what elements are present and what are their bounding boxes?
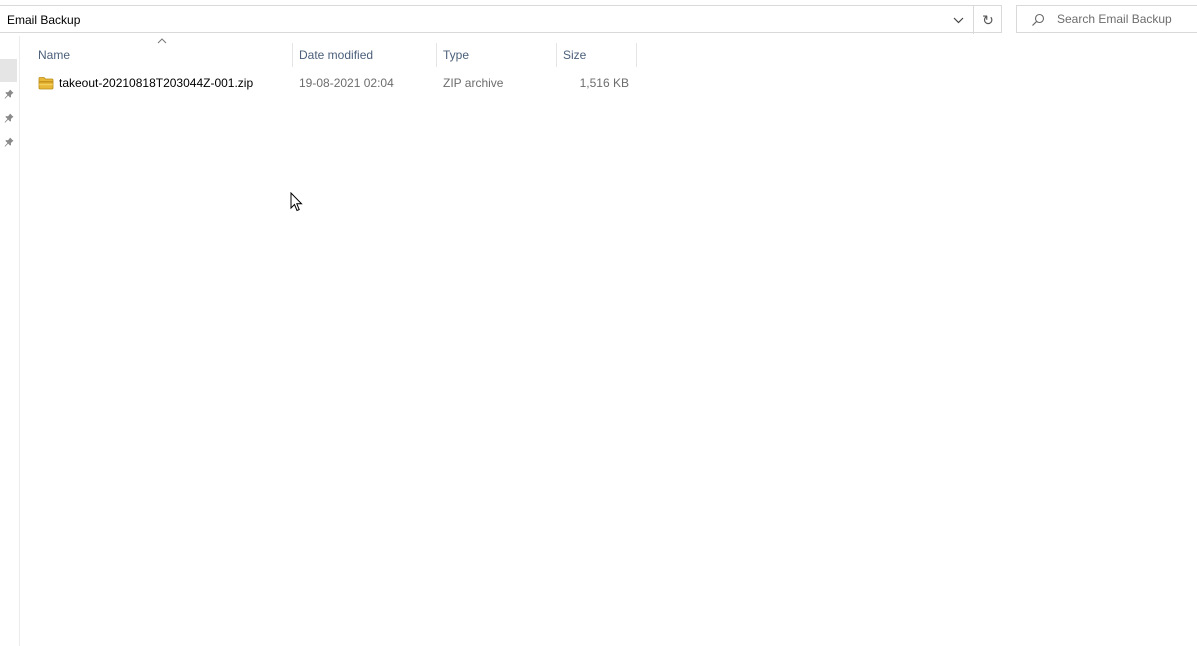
address-path[interactable]: Email Backup (7, 13, 80, 27)
nav-item-selected[interactable] (0, 59, 17, 82)
column-header-row: Name Date modified Type Size (20, 38, 640, 67)
column-divider[interactable] (436, 43, 437, 67)
chevron-down-icon (953, 17, 964, 23)
column-header-size[interactable]: Size (563, 43, 633, 67)
file-date-modified: 19-08-2021 02:04 (299, 76, 394, 90)
address-bar[interactable]: Email Backup ↻ (0, 5, 1002, 34)
pin-icon[interactable] (4, 89, 14, 99)
search-box[interactable] (1016, 5, 1197, 33)
pin-icon[interactable] (4, 137, 14, 147)
refresh-button[interactable]: ↻ (974, 6, 1002, 34)
file-name: takeout-20210818T203044Z-001.zip (59, 76, 254, 90)
pin-icon[interactable] (4, 113, 14, 123)
column-header-date-modified[interactable]: Date modified (299, 43, 435, 67)
file-explorer-window: Email Backup ↻ Search Email Backup Name … (0, 0, 1197, 646)
column-header-name[interactable]: Name (38, 43, 290, 67)
file-type: ZIP archive (443, 76, 504, 90)
column-divider[interactable] (636, 43, 637, 67)
address-row: Email Backup ↻ (0, 5, 1197, 35)
search-input[interactable] (1057, 11, 1193, 27)
search-icon (1032, 13, 1045, 26)
column-divider[interactable] (292, 43, 293, 67)
navigation-pane (0, 36, 20, 646)
address-dropdown-button[interactable] (945, 6, 972, 34)
mouse-pointer-icon (290, 192, 303, 212)
file-row[interactable]: takeout-20210818T203044Z-001.zip 19-08-2… (34, 72, 634, 94)
file-size: 1,516 KB (579, 76, 629, 90)
zip-folder-icon (38, 77, 54, 90)
column-header-type[interactable]: Type (443, 43, 553, 67)
column-divider[interactable] (556, 43, 557, 67)
refresh-icon: ↻ (982, 11, 994, 28)
